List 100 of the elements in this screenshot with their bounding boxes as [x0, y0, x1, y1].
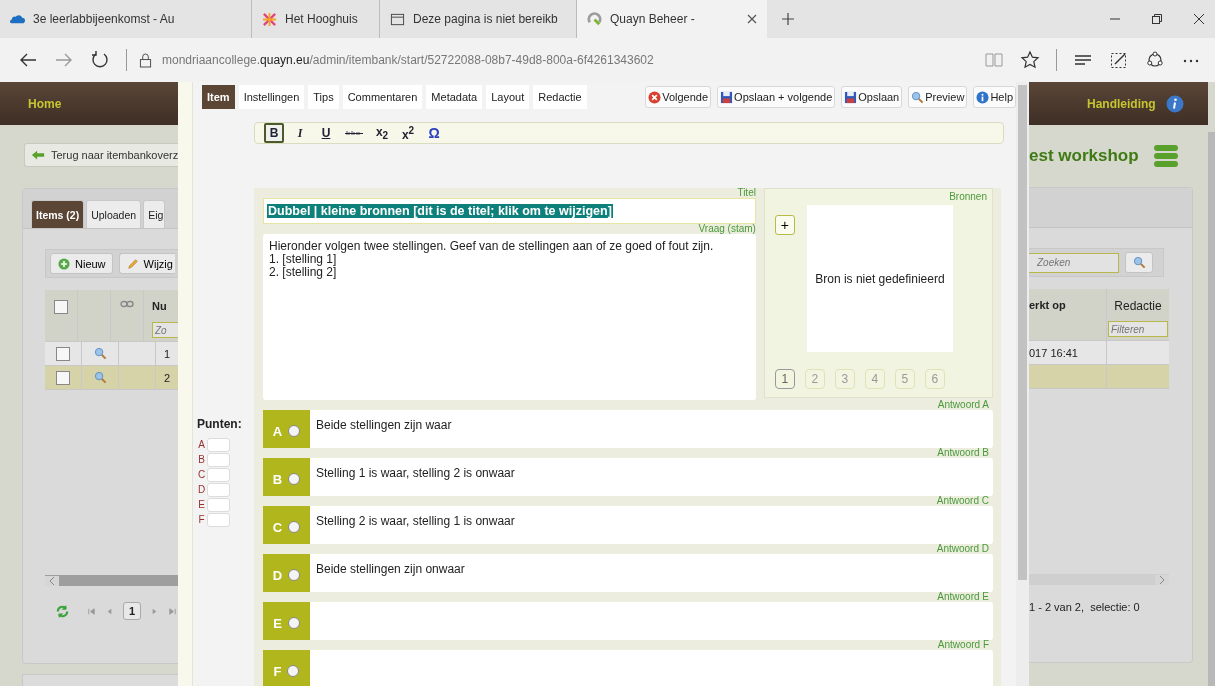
radio-button[interactable]: [287, 617, 300, 629]
horizontal-scrollbar[interactable]: [1029, 574, 1169, 585]
share-icon[interactable]: [1145, 50, 1165, 70]
title-field[interactable]: Dubbel | kleine bronnen [dit is de titel; klik om te wijzigen]: [263, 198, 756, 224]
table-row[interactable]: 2: [45, 366, 178, 390]
action-button[interactable]: Opslaan + volgende: [717, 86, 836, 108]
format-button[interactable]: I: [290, 123, 310, 143]
answer-field[interactable]: [310, 602, 993, 640]
column-header[interactable]: Nu: [152, 300, 167, 312]
points-letter: C: [197, 469, 206, 480]
points-field[interactable]: [207, 497, 230, 512]
question-text: 2. [stelling 2]: [269, 266, 338, 279]
home-link[interactable]: Home: [28, 96, 62, 111]
points-letter: D: [197, 484, 206, 495]
filter-field[interactable]: Filteren: [1108, 321, 1168, 337]
radio-button[interactable]: [287, 665, 300, 677]
format-button[interactable]: x$^{2}$: [398, 123, 418, 143]
add-button[interactable]: +: [774, 215, 795, 235]
info-icon[interactable]: [1165, 94, 1184, 113]
chevron-right-icon[interactable]: [1155, 574, 1169, 585]
question-text: 1. [stelling 1]: [269, 253, 337, 266]
page-summary: 1 - 2 van 2, selectie: 0: [1029, 601, 1141, 613]
page-number-field[interactable]: 1: [123, 602, 142, 620]
filter-field[interactable]: Zo: [152, 322, 178, 338]
search-button[interactable]: [1125, 252, 1153, 273]
answer-letter: C: [272, 519, 283, 535]
radio-button[interactable]: [288, 569, 301, 581]
table-row[interactable]: 1: [45, 342, 178, 366]
points-field[interactable]: [207, 467, 230, 482]
sparkle-icon: [262, 11, 277, 27]
stack-icon[interactable]: [1152, 144, 1179, 168]
answer-letter: F: [273, 663, 282, 679]
editor-tab[interactable]: Commentaren: [342, 85, 423, 109]
lock-icon: [139, 52, 152, 68]
table-cell: 2: [164, 371, 171, 384]
points-field[interactable]: [207, 512, 230, 527]
editor-tab[interactable]: Layout: [486, 85, 530, 109]
checkbox[interactable]: [56, 370, 70, 385]
question-field[interactable]: Hieronder volgen twee stellingen. Geef van de stellingen aan of ze goed of fout zijn. 1. [stelling 1] 2. [stelling 2]: [263, 234, 756, 400]
horizontal-scrollbar[interactable]: [45, 575, 178, 586]
first-page-icon[interactable]: [87, 606, 96, 616]
last-page-icon[interactable]: [168, 606, 178, 616]
editor-tab[interactable]: Tips: [308, 85, 339, 109]
restore-icon[interactable]: [1151, 13, 1163, 25]
action-button[interactable]: Help: [973, 86, 1016, 108]
vertical-scrollbar[interactable]: [1016, 82, 1029, 686]
answer-letter: B: [272, 471, 283, 487]
edit-button[interactable]: Wijzig: [118, 253, 175, 274]
radio-button[interactable]: [288, 425, 301, 437]
magnifier-icon[interactable]: [93, 371, 107, 384]
radio-button[interactable]: [288, 521, 301, 533]
question-text: Hieronder volgen twee stellingen. Geef van de stellingen aan of ze goed of fout zijn.: [269, 240, 715, 253]
pen-note-icon[interactable]: [1109, 50, 1129, 70]
points-letter: B: [197, 454, 206, 465]
new-button[interactable]: Nieuw: [50, 253, 113, 274]
book-icon[interactable]: [984, 50, 1004, 70]
editor-tab[interactable]: Item: [202, 85, 235, 109]
column-header[interactable]: erkt op: [1029, 299, 1066, 311]
source-page-button[interactable]: 1: [774, 369, 795, 389]
editor-tab[interactable]: Redactie: [533, 85, 587, 109]
answer-field[interactable]: Stelling 1 is waar, stelling 2 is onwaar: [310, 458, 993, 496]
magnifier-icon[interactable]: [93, 347, 107, 360]
answer-field[interactable]: [310, 650, 993, 686]
action-button[interactable]: Opslaan: [841, 86, 903, 108]
close-icon[interactable]: [1193, 13, 1205, 25]
answer-field[interactable]: Stelling 2 is waar, stelling 1 is onwaar: [310, 506, 993, 544]
panel-tab[interactable]: Items (2): [31, 200, 85, 228]
points-field[interactable]: [207, 482, 230, 497]
action-button[interactable]: Volgende: [645, 86, 712, 108]
format-button[interactable]: Ω: [424, 123, 444, 143]
panel-tab[interactable]: Uploaden: [86, 200, 142, 228]
format-button[interactable]: B: [264, 123, 284, 143]
browser-tab[interactable]: Quayn Beheer -: [577, 0, 767, 38]
editor-tab[interactable]: Metadata: [426, 85, 483, 109]
action-button[interactable]: Preview: [908, 86, 968, 108]
checkbox[interactable]: [54, 300, 68, 314]
manual-link[interactable]: Handleiding: [1087, 96, 1156, 111]
editor-tab[interactable]: Instellingen: [238, 85, 305, 109]
new-tab-icon[interactable]: [781, 12, 795, 26]
format-button[interactable]: U: [316, 123, 336, 143]
points-field[interactable]: [207, 452, 230, 467]
answer-field[interactable]: Beide stellingen zijn waar: [310, 410, 993, 448]
answer-field[interactable]: Beide stellingen zijn onwaar: [310, 554, 993, 592]
field-label: Antwoord B: [937, 448, 989, 458]
address-field[interactable]: mondriaancollege.quayn.eu/admin/itembank/start/52722088-08b7-49d8-800a-6f4261343602: [162, 53, 654, 67]
checkbox[interactable]: [56, 346, 70, 361]
chevron-left-icon[interactable]: [45, 575, 59, 586]
format-button[interactable]: x$_{2}$: [372, 123, 392, 143]
column-header[interactable]: Redactie: [1114, 299, 1162, 313]
field-label: Vraag (stam): [698, 224, 756, 234]
radio-button[interactable]: [288, 473, 301, 485]
close-icon[interactable]: [747, 14, 757, 24]
search-field[interactable]: Zoeken: [1029, 252, 1119, 273]
back-button[interactable]: Terug naar itembankoverz: [24, 143, 178, 167]
refresh-icon[interactable]: [90, 50, 110, 70]
previous-page-icon[interactable]: [105, 606, 114, 616]
points-letter: F: [197, 514, 206, 525]
panel-tab[interactable]: Eig: [143, 200, 166, 228]
star-icon[interactable]: [1020, 50, 1040, 70]
points-field[interactable]: [207, 437, 230, 452]
